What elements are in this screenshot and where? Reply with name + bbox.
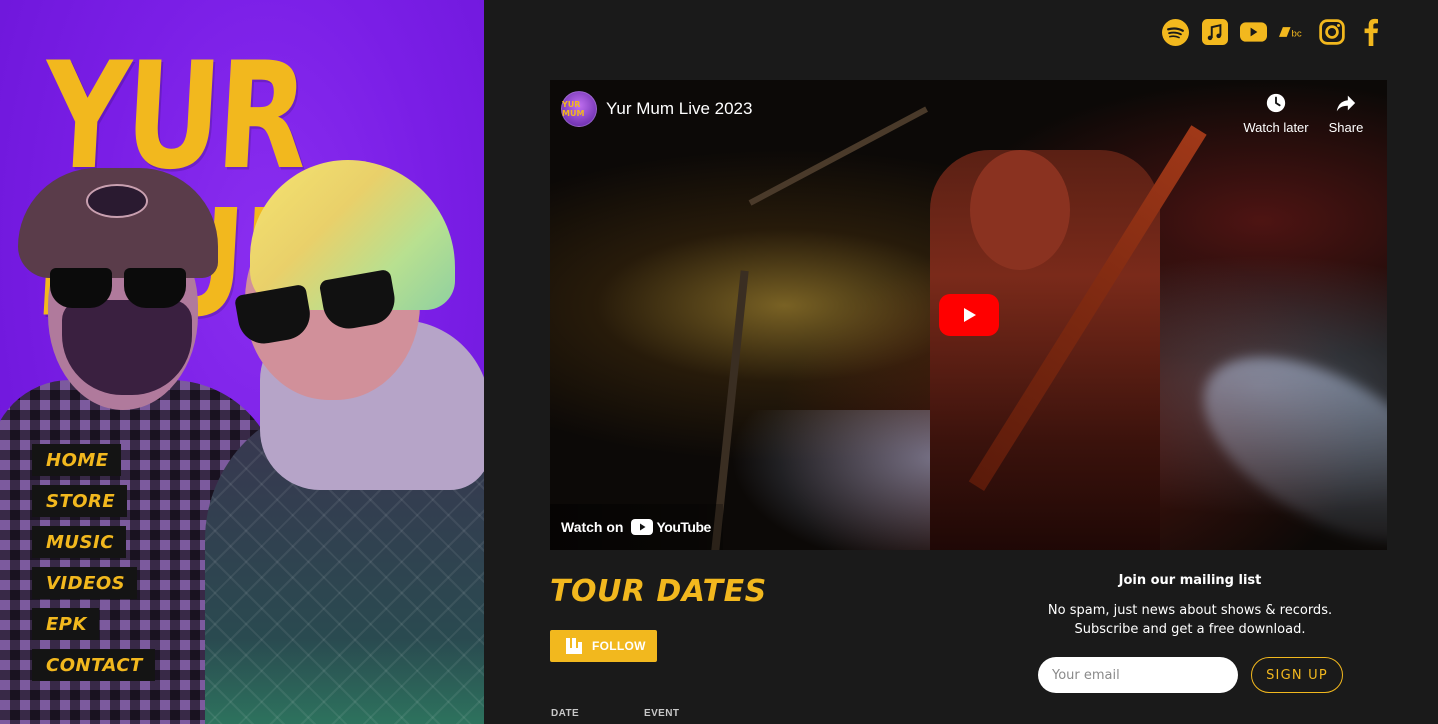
youtube-icon[interactable]	[1240, 17, 1267, 47]
column-header-date: DATE	[551, 708, 580, 719]
clock-icon	[1266, 93, 1286, 113]
watch-on-youtube-link[interactable]: Watch on YouTube	[550, 504, 723, 550]
svg-text:bc: bc	[1292, 28, 1302, 39]
column-header-event: EVENT	[644, 708, 680, 719]
nav-item-videos[interactable]: VIDEOS	[32, 567, 138, 599]
youtube-wordmark: YouTube	[656, 519, 711, 535]
share-icon	[1336, 95, 1356, 112]
sign-up-button[interactable]: SIGN UP	[1251, 657, 1343, 693]
spotify-icon[interactable]	[1162, 17, 1189, 47]
watch-later-label: Watch later	[1243, 120, 1309, 135]
hero-panel: YUR MUM HOME STORE MUSIC VIDEOS EPK CONT…	[0, 0, 484, 724]
nav-item-epk[interactable]: EPK	[32, 608, 99, 640]
social-links: bc	[1162, 17, 1384, 47]
mailing-list-heading: Join our mailing list	[1118, 573, 1262, 588]
bandcamp-icon[interactable]: bc	[1279, 17, 1306, 47]
email-input[interactable]	[1038, 657, 1238, 693]
stage-light	[1173, 319, 1387, 550]
mailing-desc-line: Subscribe and get a free download.	[1074, 622, 1306, 637]
follow-label: FOLLOW	[592, 639, 646, 653]
youtube-logo: YouTube	[631, 519, 711, 535]
bandsintown-icon	[566, 638, 582, 654]
share-label: Share	[1328, 120, 1364, 135]
instagram-icon[interactable]	[1318, 17, 1345, 47]
play-icon	[964, 308, 976, 322]
apple-music-icon[interactable]	[1201, 17, 1228, 47]
channel-avatar-text: YUR MUM	[562, 100, 585, 118]
video-embed[interactable]: YUR MUM Yur Mum Live 2023 Watch later Sh…	[550, 80, 1387, 550]
video-title[interactable]: Yur Mum Live 2023	[606, 99, 752, 119]
nav-item-music[interactable]: MUSIC	[32, 526, 126, 558]
performer-head	[970, 150, 1070, 270]
play-button[interactable]	[939, 294, 999, 336]
cap-badge	[86, 184, 148, 218]
facebook-icon[interactable]	[1357, 17, 1384, 47]
share-button[interactable]: Share	[1311, 92, 1381, 135]
youtube-play-icon	[631, 519, 654, 535]
nav-item-home[interactable]: HOME	[32, 444, 121, 476]
follow-button[interactable]: FOLLOW	[550, 630, 657, 662]
nav-item-store[interactable]: STORE	[32, 485, 128, 517]
sunglasses	[50, 268, 190, 310]
mic-boom	[748, 106, 928, 206]
tour-dates-heading: TOUR DATES	[550, 574, 767, 609]
channel-avatar[interactable]: YUR MUM	[561, 91, 597, 127]
watch-on-label: Watch on	[561, 519, 624, 535]
nav-item-contact[interactable]: CONTACT	[32, 649, 155, 681]
mailing-desc-line: No spam, just news about shows & records…	[1047, 603, 1333, 618]
watch-later-button[interactable]: Watch later	[1241, 92, 1311, 135]
mailing-list-description: No spam, just news about shows & records…	[1030, 601, 1350, 639]
